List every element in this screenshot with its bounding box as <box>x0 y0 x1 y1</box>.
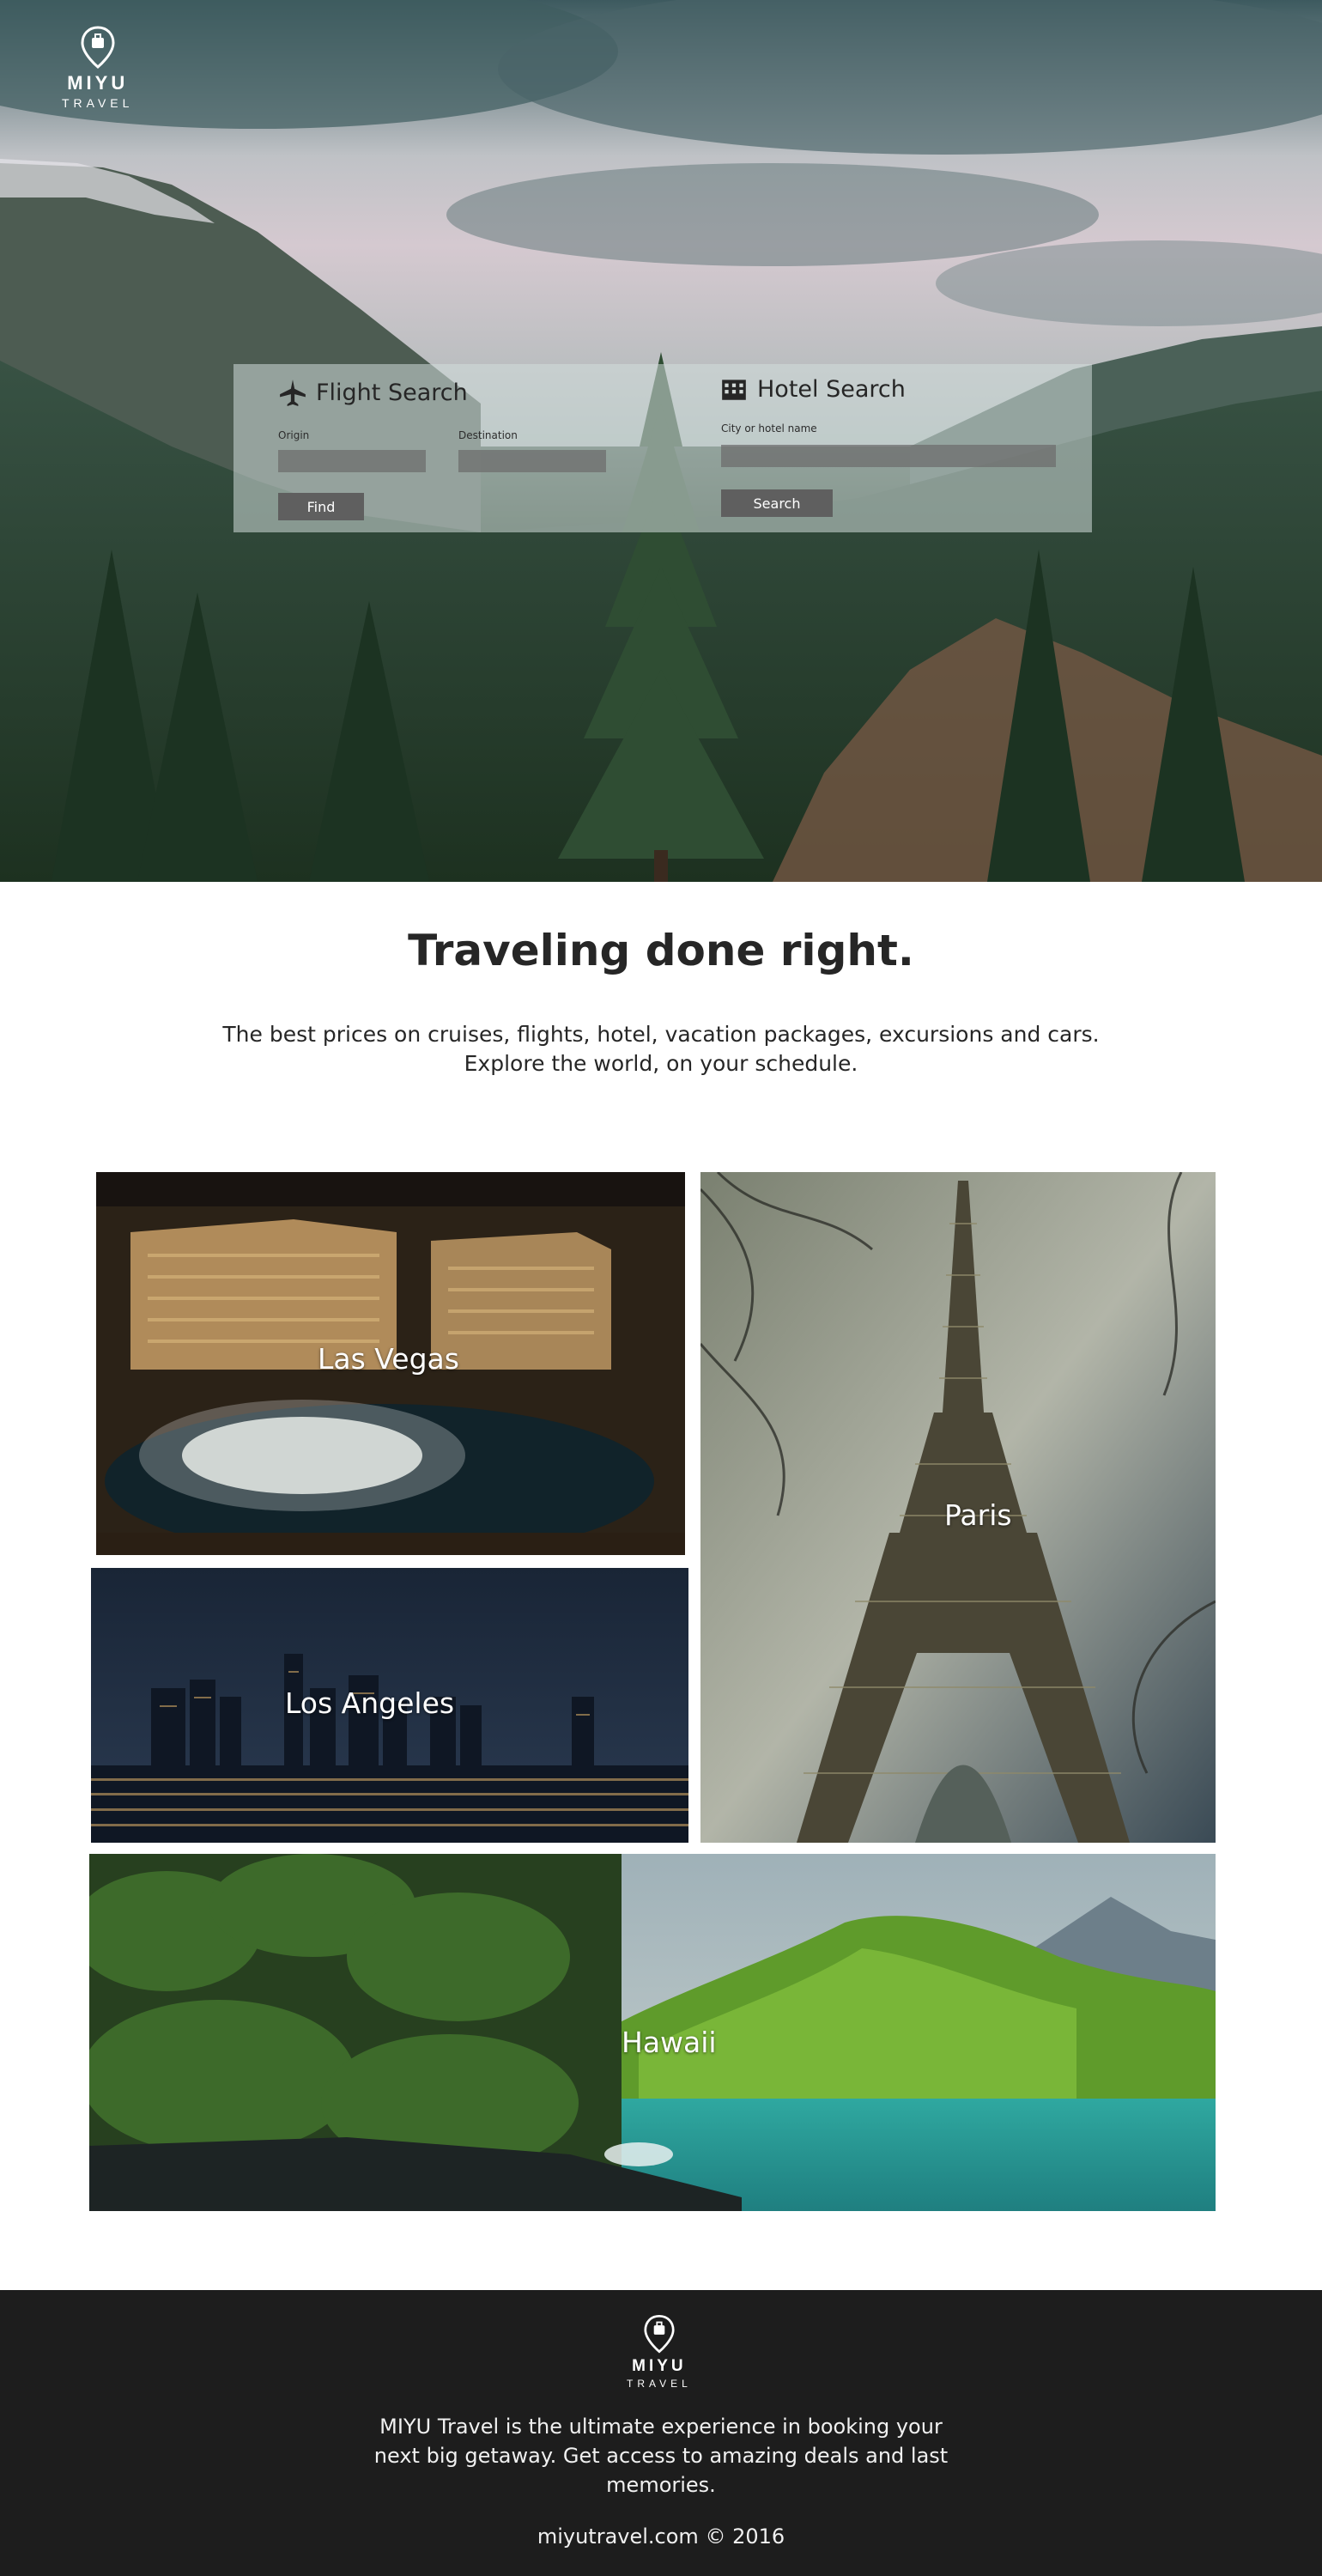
search-button[interactable]: Search <box>721 489 833 517</box>
destination-input[interactable] <box>458 450 606 472</box>
footer-brand-tagline: TRAVEL <box>627 2378 692 2390</box>
footer-logo[interactable]: MIYU TRAVEL <box>627 2314 692 2390</box>
header-logo[interactable]: MIYU TRAVEL <box>62 26 133 110</box>
destination-label: Destination <box>458 429 518 441</box>
footer-brand-name: MIYU <box>632 2357 687 2375</box>
intro-line-1: The best prices on cruises, flights, hot… <box>222 1022 1100 1047</box>
brand-tagline: TRAVEL <box>62 96 134 110</box>
destination-label-paris: Paris <box>944 1498 1012 1532</box>
destination-tile-paris[interactable]: Paris <box>700 1172 1216 1843</box>
destination-label-los-angeles: Los Angeles <box>285 1686 455 1720</box>
destination-label-las-vegas: Las Vegas <box>318 1342 459 1376</box>
hotel-search-title: Hotel Search <box>719 374 906 404</box>
city-label: City or hotel name <box>721 422 817 434</box>
hotel-search-label: Hotel Search <box>757 375 906 403</box>
footer-description: MIYU Travel is the ultimate experience i… <box>373 2415 949 2497</box>
brand-name: MIYU <box>67 72 129 94</box>
intro-text: The best prices on cruises, flights, hot… <box>0 1020 1322 1078</box>
destination-label-hawaii: Hawaii <box>622 2026 717 2059</box>
hotel-icon <box>722 380 746 400</box>
map-pin-icon <box>644 2314 675 2354</box>
flight-search-title: Flight Search <box>278 378 468 407</box>
origin-input[interactable] <box>278 450 426 472</box>
destination-tile-las-vegas[interactable]: Las Vegas <box>96 1172 685 1555</box>
find-button[interactable]: Find <box>278 493 364 520</box>
footer-copyright: miyutravel.com © 2016 <box>537 2524 785 2549</box>
flight-search-label: Flight Search <box>316 379 468 406</box>
airplane-icon <box>280 380 306 406</box>
city-input[interactable] <box>721 445 1056 467</box>
destination-tile-los-angeles[interactable]: Los Angeles <box>91 1568 688 1843</box>
map-pin-icon <box>81 26 115 69</box>
origin-label: Origin <box>278 429 310 441</box>
destination-tile-hawaii[interactable]: Hawaii <box>89 1854 1216 2211</box>
hero-section: MIYU TRAVEL Flight Search Origin Destina… <box>0 0 1322 882</box>
page-headline: Traveling done right. <box>408 926 914 975</box>
search-panel: Flight Search Origin Destination Find Ho… <box>233 364 1092 532</box>
intro-line-2: Explore the world, on your schedule. <box>464 1051 858 1076</box>
